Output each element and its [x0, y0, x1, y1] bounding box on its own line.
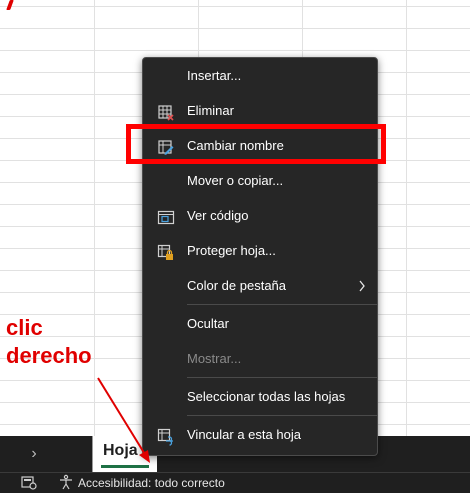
annotation-arrow	[97, 377, 150, 463]
